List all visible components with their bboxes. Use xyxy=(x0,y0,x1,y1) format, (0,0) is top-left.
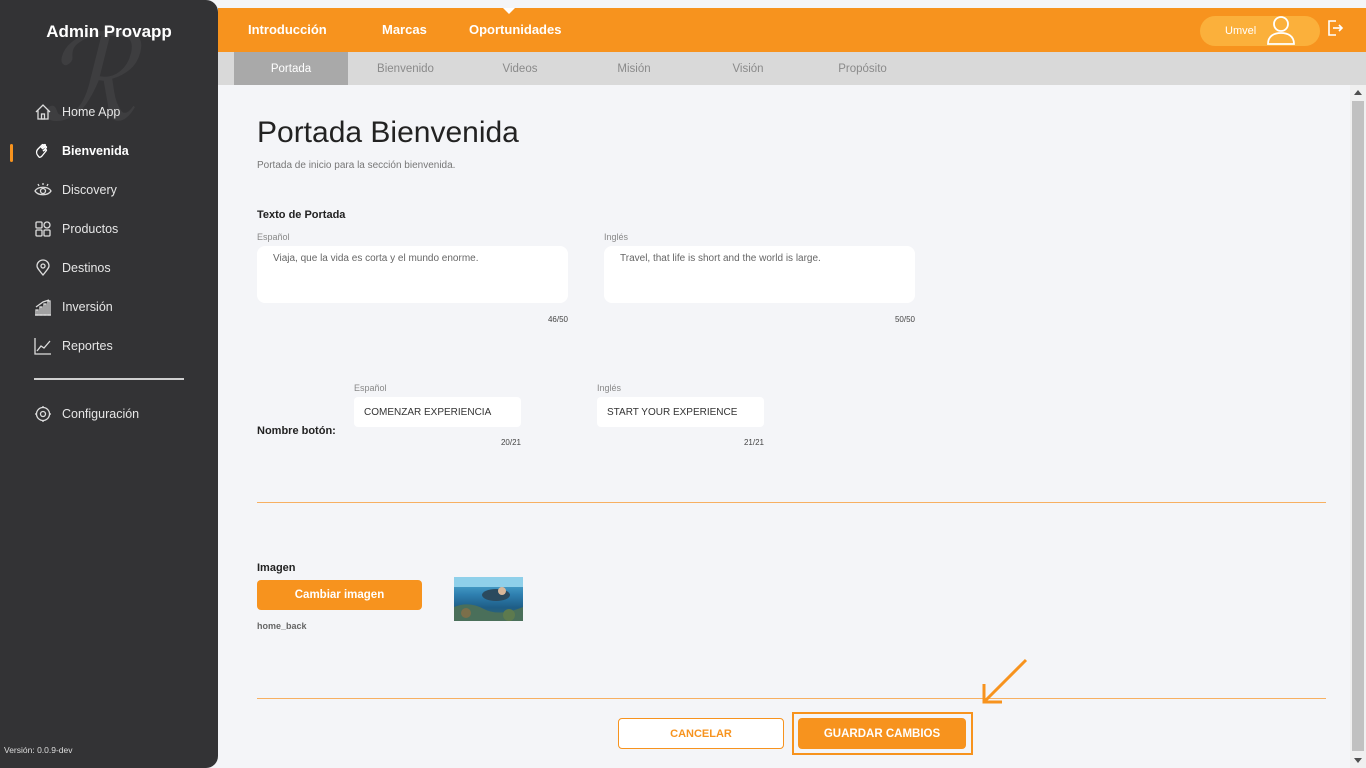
sidebar-item-inversion[interactable]: Inversión xyxy=(34,296,113,318)
sidebar-item-productos[interactable]: Productos xyxy=(34,218,118,240)
sidebar-item-destinos[interactable]: Destinos xyxy=(34,257,111,279)
sidebar-item-bienvenida[interactable]: Bienvenida xyxy=(34,140,129,162)
sidebar-item-discovery[interactable]: Discovery xyxy=(34,179,117,201)
top-navigation-bar: Introducción Marcas Oportunidades Umvel xyxy=(218,8,1366,52)
app-title: Admin Provapp xyxy=(46,22,172,41)
sidebar-item-label: Bienvenida xyxy=(62,144,129,158)
logout-icon[interactable] xyxy=(1326,19,1344,42)
scrollbar-thumb[interactable] xyxy=(1352,101,1364,751)
button-name-es-counter: 20/21 xyxy=(500,438,521,447)
button-name-label: Nombre botón: xyxy=(257,425,336,437)
sidebar-divider xyxy=(34,378,184,380)
line-chart-icon xyxy=(34,337,52,355)
sidebar-item-label: Productos xyxy=(62,222,119,236)
tab-marcas[interactable]: Marcas xyxy=(382,22,427,37)
sidebar-item-label: Destinos xyxy=(62,261,111,275)
cover-text-en-label: Inglés xyxy=(604,232,629,242)
section-divider xyxy=(257,502,1326,503)
tab-introduccion[interactable]: Introducción xyxy=(248,22,327,37)
cover-text-es-counter: 46/50 xyxy=(547,315,568,324)
scroll-down-icon[interactable] xyxy=(1354,758,1362,763)
button-name-en-label: Inglés xyxy=(597,383,622,393)
button-name-en-input[interactable]: START YOUR EXPERIENCE xyxy=(597,397,764,427)
grid-icon xyxy=(34,220,52,238)
version-label: Versión: 0.0.9-dev xyxy=(4,745,73,755)
user-name: Umvel xyxy=(1225,25,1257,37)
sidebar-item-label: Configuración xyxy=(62,407,140,421)
tab-bienvenido[interactable]: Bienvenido xyxy=(348,52,463,85)
bar-chart-icon xyxy=(34,298,52,316)
active-indicator xyxy=(10,144,13,162)
cover-text-en-counter: 50/50 xyxy=(894,315,915,324)
button-name-es-input[interactable]: COMENZAR EXPERIENCIA xyxy=(354,397,521,427)
arrow-pointer-icon xyxy=(976,656,1030,715)
button-name-es-label: Español xyxy=(354,383,387,393)
user-menu[interactable]: Umvel xyxy=(1200,16,1320,46)
sidebar-item-label: Home App xyxy=(62,105,121,119)
footer-divider xyxy=(257,698,1326,699)
sidebar-item-reportes[interactable]: Reportes xyxy=(34,335,113,357)
tab-mision[interactable]: Misión xyxy=(577,52,691,85)
location-pin-icon xyxy=(34,259,52,277)
tab-portada[interactable]: Portada xyxy=(234,52,348,85)
change-image-button[interactable]: Cambiar imagen xyxy=(257,580,422,610)
sidebar-item-configuracion[interactable]: Configuración xyxy=(34,403,139,425)
page-scrollbar[interactable] xyxy=(1350,85,1366,768)
waving-hand-icon xyxy=(34,142,52,160)
sub-tab-bar: Portada Bienvenido Videos Misión Visión … xyxy=(218,52,1366,85)
image-label: Imagen xyxy=(257,562,296,574)
cover-text-label: Texto de Portada xyxy=(257,209,346,221)
scroll-up-icon[interactable] xyxy=(1354,90,1362,95)
image-filename: home_back xyxy=(257,621,307,631)
cover-image-thumbnail xyxy=(454,577,523,621)
active-tab-caret-icon xyxy=(503,8,515,14)
page-title: Portada Bienvenida xyxy=(257,116,519,149)
sidebar-item-label: Discovery xyxy=(62,183,117,197)
sidebar-item-label: Inversión xyxy=(62,300,113,314)
save-changes-button[interactable]: GUARDAR CAMBIOS xyxy=(798,718,966,749)
cover-text-es-label: Español xyxy=(257,232,290,242)
cancel-button[interactable]: CANCELAR xyxy=(618,718,784,749)
tab-proposito[interactable]: Propósito xyxy=(805,52,920,85)
eye-icon xyxy=(34,181,52,199)
user-avatar-icon[interactable] xyxy=(1265,14,1297,51)
sidebar-item-label: Reportes xyxy=(62,339,113,353)
tab-vision[interactable]: Visión xyxy=(691,52,805,85)
button-name-en-counter: 21/21 xyxy=(743,438,764,447)
tab-oportunidades[interactable]: Oportunidades xyxy=(469,22,561,37)
sidebar: ℛ Admin Provapp Home App Bienvenida Disc… xyxy=(0,0,218,768)
gear-icon xyxy=(34,405,52,423)
tab-videos[interactable]: Videos xyxy=(463,52,577,85)
sidebar-item-home-app[interactable]: Home App xyxy=(34,101,120,123)
page-subtitle: Portada de inicio para la sección bienve… xyxy=(257,160,456,171)
cover-text-es-textarea[interactable]: Viaja, que la vida es corta y el mundo e… xyxy=(257,246,568,303)
home-icon xyxy=(34,103,52,121)
cover-text-en-textarea[interactable]: Travel, that life is short and the world… xyxy=(604,246,915,303)
